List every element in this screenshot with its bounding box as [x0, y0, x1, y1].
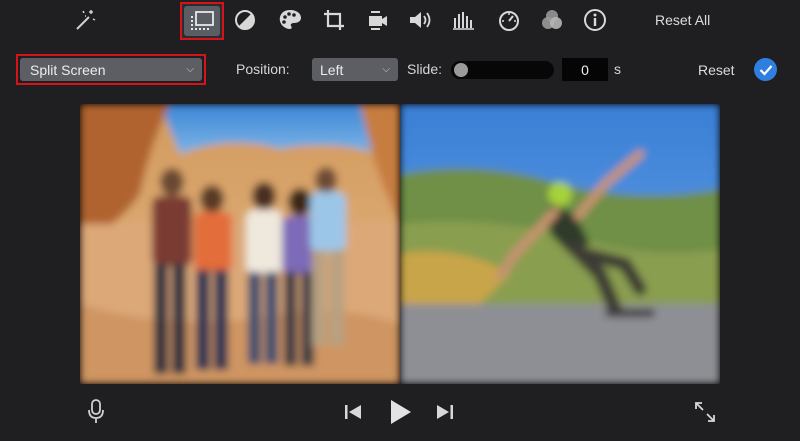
chevron-down-icon: ⌵ [382, 64, 390, 75]
speed-icon[interactable] [494, 5, 524, 35]
apply-checkmark-icon[interactable] [754, 58, 777, 81]
microphone-icon[interactable] [84, 398, 108, 426]
adjustments-toolbar: Reset All [0, 0, 800, 44]
equalizer-icon[interactable] [449, 5, 479, 35]
color-palette-icon[interactable] [275, 5, 305, 35]
slide-duration-field[interactable]: 0 [562, 58, 608, 81]
clip-filter-icon[interactable] [537, 5, 567, 35]
split-screen-left-clip [80, 104, 400, 384]
slider-knob[interactable] [454, 63, 468, 77]
slide-unit: s [614, 61, 621, 77]
group-photo-image [80, 104, 400, 384]
magic-wand-icon[interactable] [69, 5, 99, 35]
skip-forward-icon[interactable] [434, 402, 456, 422]
overlay-style-value: Split Screen [30, 61, 106, 78]
skip-back-icon[interactable] [342, 402, 364, 422]
slide-slider[interactable] [451, 61, 554, 79]
reset-button[interactable]: Reset [698, 62, 735, 78]
chevron-down-icon: ⌵ [186, 64, 194, 75]
camera-stabilization-icon[interactable] [362, 5, 392, 35]
video-overlay-settings: Split Screen ⌵ Position: Left ⌵ Slide: 0… [0, 52, 800, 86]
skateboarder-image [400, 104, 720, 384]
video-overlay-icon [184, 6, 220, 36]
play-icon[interactable] [386, 398, 414, 426]
overlay-style-highlight: Split Screen ⌵ [16, 54, 206, 85]
position-value: Left [320, 61, 344, 78]
color-balance-icon[interactable] [230, 5, 260, 35]
reset-all-button[interactable]: Reset All [655, 12, 710, 28]
video-overlay-button[interactable] [180, 2, 224, 40]
position-dropdown[interactable]: Left ⌵ [312, 58, 398, 81]
video-preview[interactable] [80, 104, 720, 384]
fullscreen-icon[interactable] [692, 399, 718, 425]
playback-controls [0, 392, 800, 432]
position-label: Position: [236, 61, 290, 77]
volume-icon[interactable] [405, 5, 435, 35]
overlay-style-dropdown[interactable]: Split Screen ⌵ [20, 58, 202, 81]
split-screen-right-clip [400, 104, 720, 384]
info-icon[interactable] [580, 5, 610, 35]
crop-icon[interactable] [319, 5, 349, 35]
slide-label: Slide: [407, 61, 443, 77]
